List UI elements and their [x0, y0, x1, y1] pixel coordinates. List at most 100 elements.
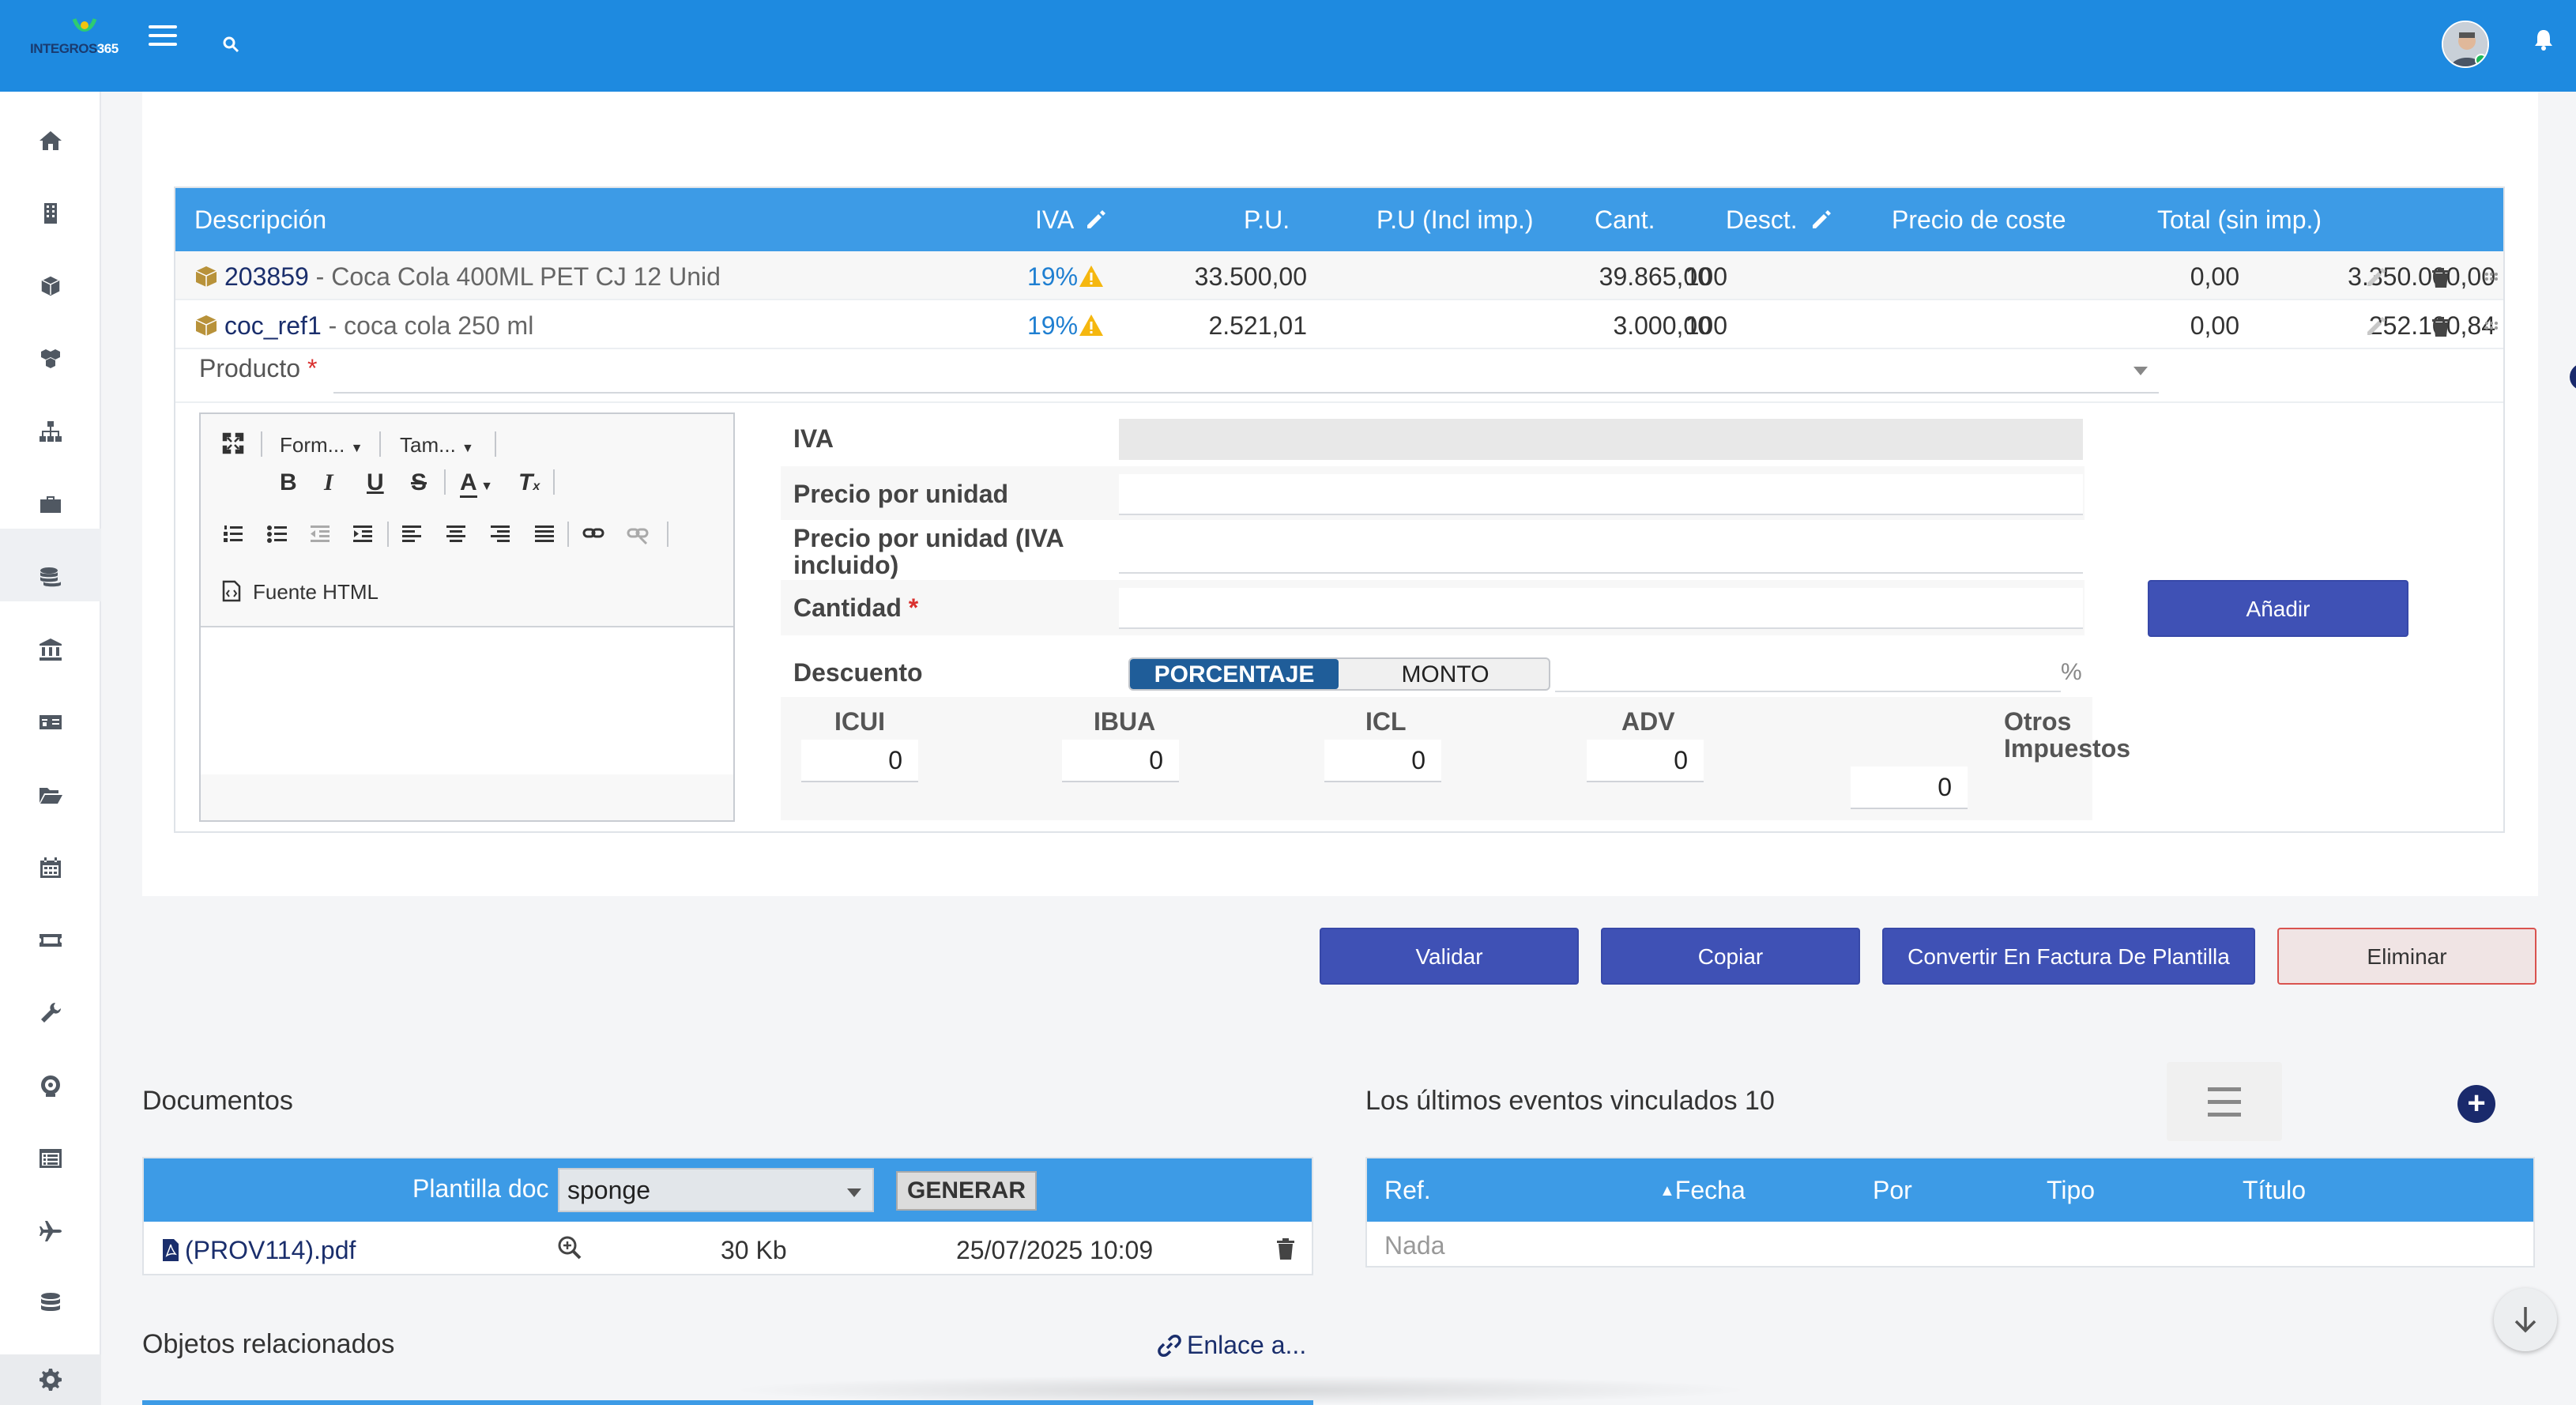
size-dropdown[interactable]: Tam... ▼	[400, 433, 474, 458]
drag-handle-icon[interactable]	[2483, 266, 2500, 289]
generar-button[interactable]: GENERAR	[896, 1171, 1037, 1211]
table-header: Descripción IVA P.U. P.U (Incl imp.) Can…	[175, 188, 2503, 251]
text-color-icon[interactable]: A ▼	[460, 469, 493, 498]
precio-unidad-input[interactable]	[1119, 474, 2083, 515]
user-avatar[interactable]	[2442, 21, 2489, 68]
pu-cell: 2.521,01	[1208, 311, 1307, 340]
html-source-button[interactable]: Fuente HTML	[253, 580, 378, 605]
edit-line-icon[interactable]	[2364, 266, 2388, 289]
add-event-icon[interactable]: +	[2457, 1085, 2495, 1123]
wrench-icon[interactable]	[35, 997, 66, 1029]
delete-line-icon[interactable]	[2429, 315, 2453, 338]
building-icon[interactable]	[35, 198, 66, 229]
zoom-preview-icon[interactable]	[556, 1234, 583, 1261]
editor-content-area[interactable]	[201, 627, 733, 778]
cube-icon[interactable]	[35, 270, 66, 302]
database-icon[interactable]	[35, 1288, 66, 1320]
sitemap-icon[interactable]	[35, 416, 66, 447]
bullet-list-icon[interactable]	[266, 522, 289, 545]
cubes-icon[interactable]	[35, 343, 66, 375]
discount-type-toggle[interactable]: PORCENTAJE MONTO	[1128, 657, 1550, 691]
col-titulo[interactable]: Título	[2243, 1176, 2306, 1205]
icui-label: ICUI	[834, 707, 885, 736]
events-list-button[interactable]	[2167, 1062, 2282, 1141]
iva-input[interactable]	[1119, 419, 2083, 460]
money-card-icon[interactable]	[35, 706, 66, 738]
divider	[175, 401, 2503, 403]
scroll-down-button[interactable]	[2494, 1288, 2557, 1351]
col-por[interactable]: Por	[1873, 1176, 1912, 1205]
coins-icon[interactable]	[35, 561, 66, 593]
precio-unidad-iva-input[interactable]	[1119, 533, 2083, 574]
strikethrough-icon[interactable]: S	[411, 469, 427, 496]
bank-icon[interactable]	[35, 634, 66, 665]
align-right-icon[interactable]	[488, 522, 512, 545]
copiar-button[interactable]: Copiar	[1601, 928, 1860, 985]
indent-icon[interactable]	[351, 522, 375, 545]
add-line-button[interactable]: Añadir	[2148, 580, 2408, 637]
align-center-icon[interactable]	[444, 522, 468, 545]
col-fecha[interactable]: ▲Fecha	[1659, 1176, 1746, 1205]
briefcase-icon[interactable]	[35, 488, 66, 520]
product-ref-link[interactable]: coc_ref1	[224, 311, 322, 340]
icui-input[interactable]: 0	[801, 740, 918, 782]
edit-line-icon[interactable]	[2364, 315, 2388, 338]
html-source-icon[interactable]	[221, 580, 242, 602]
table-row[interactable]: 203859 - Coca Cola 400ML PET CJ 12 Unid …	[175, 251, 2503, 300]
search-icon[interactable]	[221, 35, 240, 54]
italic-icon[interactable]: I	[324, 469, 333, 496]
table-row[interactable]: coc_ref1 - coca cola 250 ml 19% 2.521,01…	[175, 300, 2503, 349]
delete-file-icon[interactable]	[1274, 1236, 1297, 1261]
enlace-link[interactable]: Enlace a...	[1157, 1331, 1306, 1360]
app-logo[interactable]: INTEGROS365	[30, 17, 141, 73]
ibua-input[interactable]: 0	[1062, 740, 1179, 782]
unlink-icon[interactable]	[626, 522, 650, 545]
porcentaje-option[interactable]: PORCENTAJE	[1130, 659, 1339, 689]
gear-icon[interactable]	[35, 1364, 66, 1396]
col-tipo[interactable]: Tipo	[2047, 1176, 2095, 1205]
bold-icon[interactable]: B	[280, 469, 297, 496]
folder-open-icon[interactable]	[35, 779, 66, 811]
list-alt-icon[interactable]	[35, 1143, 66, 1174]
maximize-icon[interactable]	[221, 431, 245, 455]
bell-icon[interactable]	[2533, 28, 2554, 51]
delete-line-icon[interactable]	[2429, 266, 2453, 289]
target-icon[interactable]	[35, 1070, 66, 1102]
eliminar-button[interactable]: Eliminar	[2277, 928, 2536, 985]
plane-icon[interactable]	[35, 1215, 66, 1247]
document-row[interactable]: (PROV114).pdf 30 Kb 25/07/2025 10:09	[144, 1222, 1312, 1274]
add-product-icon[interactable]: +	[2570, 363, 2576, 390]
justify-icon[interactable]	[533, 522, 556, 545]
icl-input[interactable]: 0	[1324, 740, 1441, 782]
remove-format-icon[interactable]: Tx	[518, 469, 540, 496]
underline-icon[interactable]: U	[367, 469, 384, 496]
discount-input[interactable]	[1555, 657, 2061, 692]
calendar-icon[interactable]	[35, 852, 66, 883]
ticket-icon[interactable]	[35, 925, 66, 956]
product-select[interactable]	[333, 352, 2159, 394]
link-icon[interactable]	[582, 522, 605, 545]
col-ref[interactable]: Ref.	[1384, 1176, 1431, 1205]
adv-input[interactable]: 0	[1587, 740, 1704, 782]
menu-toggle-icon[interactable]	[149, 25, 177, 49]
pencil-icon[interactable]	[1810, 208, 1833, 232]
plantilla-select[interactable]: sponge	[558, 1168, 874, 1212]
otros-impuestos-input[interactable]: 0	[1851, 767, 1968, 809]
col-desct[interactable]: Desct.	[1726, 205, 1833, 235]
convertir-button[interactable]: Convertir En Factura De Plantilla	[1882, 928, 2255, 985]
file-name-link[interactable]: (PROV114).pdf	[185, 1236, 356, 1264]
documents-header: Plantilla doc sponge GENERAR	[144, 1158, 1312, 1222]
outdent-icon[interactable]	[308, 522, 332, 545]
numbered-list-icon[interactable]	[221, 522, 245, 545]
col-iva[interactable]: IVA	[1035, 205, 1108, 235]
cantidad-input[interactable]	[1119, 588, 2083, 629]
format-dropdown[interactable]: Form... ▼	[280, 433, 363, 458]
monto-option[interactable]: MONTO	[1339, 659, 1549, 689]
validar-button[interactable]: Validar	[1320, 928, 1579, 985]
home-icon[interactable]	[35, 125, 66, 156]
align-left-icon[interactable]	[400, 522, 424, 545]
product-ref-link[interactable]: 203859	[224, 262, 309, 291]
pencil-icon[interactable]	[1084, 208, 1108, 232]
drag-handle-icon[interactable]	[2483, 315, 2500, 338]
ibua-label: IBUA	[1094, 707, 1156, 736]
